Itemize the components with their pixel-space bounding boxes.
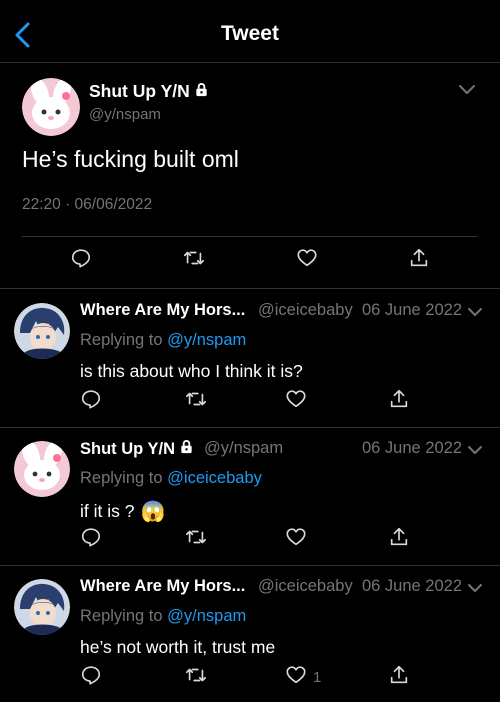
- chevron-down-icon[interactable]: [466, 579, 484, 597]
- replying-to-link[interactable]: @iceicebaby: [167, 469, 262, 487]
- reply-date: 06 June 2022: [361, 577, 462, 595]
- reply-icon: [80, 526, 102, 553]
- share-button[interactable]: [388, 389, 412, 413]
- like-count: 1: [313, 668, 322, 686]
- reply-tweet[interactable]: Where Are My Hors... @iceicebaby 06 June…: [0, 289, 500, 428]
- reply-button[interactable]: [80, 389, 104, 413]
- replying-to: Replying to @iceicebaby: [80, 469, 262, 488]
- chevron-down-icon[interactable]: [466, 441, 484, 459]
- lock-icon: [179, 439, 194, 459]
- like-icon: [285, 664, 307, 691]
- reply-text: is this about who I think it is?: [80, 361, 303, 382]
- action-bar: [0, 527, 500, 555]
- like-button[interactable]: [285, 389, 309, 413]
- divider: [22, 236, 478, 237]
- reply-icon: [70, 247, 92, 274]
- main-tweet: Shut Up Y/N @y/nspam He’s fucking built …: [0, 62, 500, 289]
- username[interactable]: @iceicebaby: [258, 301, 353, 320]
- replying-to-prefix: Replying to: [80, 469, 163, 487]
- tweet-timestamp: 22:20 · 06/06/2022: [22, 196, 153, 213]
- display-name-text: Shut Up Y/N: [80, 439, 176, 458]
- reply-date: 06 June 2022: [361, 301, 462, 319]
- retweet-button[interactable]: [185, 527, 209, 551]
- share-icon: [388, 388, 410, 415]
- share-icon: [388, 664, 410, 691]
- reply-icon: [80, 388, 102, 415]
- replying-to: Replying to @y/nspam: [80, 331, 246, 350]
- share-button[interactable]: [388, 665, 412, 689]
- reply-text-content: if it is ?: [80, 501, 135, 521]
- reply-header: Where Are My Hors... @iceicebaby 06 June…: [80, 577, 484, 599]
- like-button[interactable]: [285, 527, 309, 551]
- avatar[interactable]: [14, 441, 70, 497]
- action-bar: [0, 389, 500, 417]
- reply-button[interactable]: [70, 248, 94, 272]
- action-bar: [0, 248, 500, 278]
- reply-date: 06 June 2022: [361, 439, 462, 457]
- reply-text-content: he’s not worth it, trust me: [80, 637, 276, 657]
- tweet-text: He’s fucking built oml: [22, 146, 239, 172]
- chevron-down-icon[interactable]: [456, 78, 478, 100]
- retweet-button[interactable]: [185, 389, 209, 413]
- reply-button[interactable]: [80, 665, 104, 689]
- share-button[interactable]: [388, 527, 412, 551]
- display-name[interactable]: Shut Up Y/N: [80, 439, 194, 459]
- username[interactable]: @iceicebaby: [258, 577, 353, 596]
- username[interactable]: @y/nspam: [89, 106, 161, 123]
- replying-to-prefix: Replying to: [80, 607, 163, 625]
- like-button[interactable]: 1: [285, 664, 321, 691]
- replying-to: Replying to @y/nspam: [80, 607, 246, 626]
- reply-header: Where Are My Hors... @iceicebaby 06 June…: [80, 301, 484, 323]
- reply-header: Shut Up Y/N @y/nspam 06 June 2022: [80, 439, 484, 461]
- top-bar: Tweet: [0, 0, 500, 63]
- reply-icon: [80, 664, 102, 691]
- replying-to-link[interactable]: @y/nspam: [167, 607, 246, 625]
- retweet-icon: [185, 664, 207, 691]
- reply-button[interactable]: [80, 527, 104, 551]
- like-icon: [285, 526, 307, 553]
- replying-to-prefix: Replying to: [80, 331, 163, 349]
- like-icon: [296, 247, 318, 274]
- display-name[interactable]: Where Are My Hors...: [80, 301, 245, 320]
- replying-to-link[interactable]: @y/nspam: [167, 331, 246, 349]
- display-name[interactable]: Where Are My Hors...: [80, 577, 245, 596]
- display-name-text: Shut Up Y/N: [89, 81, 190, 101]
- reply-text: he’s not worth it, trust me: [80, 637, 275, 658]
- retweet-button[interactable]: [183, 248, 207, 272]
- action-bar: 1: [0, 665, 500, 693]
- share-icon: [408, 247, 430, 274]
- avatar[interactable]: [14, 579, 70, 635]
- retweet-icon: [185, 388, 207, 415]
- username[interactable]: @y/nspam: [204, 439, 283, 458]
- chevron-down-icon[interactable]: [466, 303, 484, 321]
- like-button[interactable]: [296, 248, 320, 272]
- retweet-icon: [183, 247, 205, 274]
- retweet-icon: [185, 526, 207, 553]
- avatar[interactable]: [14, 303, 70, 359]
- reply-tweet[interactable]: Shut Up Y/N @y/nspam 06 June 2022 Replyi…: [0, 427, 500, 566]
- scream-emoji-icon: 😱: [140, 501, 166, 523]
- tweet-detail-screen: Tweet Shut Up Y/N @y/nspam He’s fucking …: [0, 0, 500, 702]
- lock-icon: [194, 81, 209, 102]
- display-name[interactable]: Shut Up Y/N: [89, 81, 209, 102]
- reply-text-content: is this about who I think it is?: [80, 361, 303, 381]
- reply-tweet[interactable]: Where Are My Hors... @iceicebaby 06 June…: [0, 565, 500, 702]
- share-button[interactable]: [408, 248, 432, 272]
- reply-text: if it is ? 😱: [80, 499, 165, 524]
- retweet-button[interactable]: [185, 665, 209, 689]
- page-title: Tweet: [221, 22, 279, 45]
- share-icon: [388, 526, 410, 553]
- like-icon: [285, 388, 307, 415]
- avatar[interactable]: [22, 78, 80, 136]
